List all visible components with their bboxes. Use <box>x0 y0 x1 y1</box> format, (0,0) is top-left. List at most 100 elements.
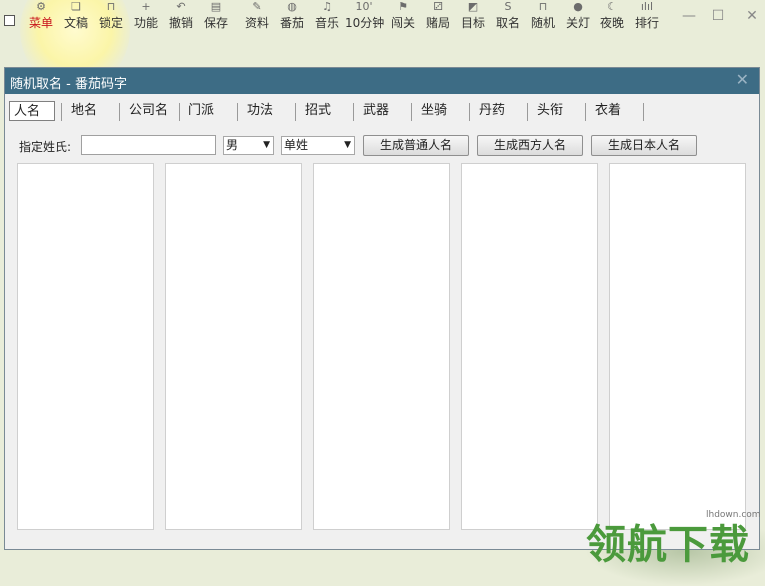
tab-separator <box>353 103 354 121</box>
toolbar-label: 闯关 <box>390 16 415 30</box>
toolbar-label: 功能 <box>133 16 158 30</box>
toolbar-random-button[interactable]: ⊓ 随机 <box>529 0 557 36</box>
tab-move[interactable]: 招式 <box>301 101 349 121</box>
toolbar-bet-button[interactable]: ⚂ 赌局 <box>424 0 452 36</box>
tomato-icon: ◍ <box>287 0 297 13</box>
toolbar-functions-button[interactable]: + 功能 <box>132 0 160 36</box>
tab-separator <box>237 103 238 121</box>
moon-icon: ☾ <box>607 0 617 13</box>
watermark: 领航下载 lhdown.com <box>586 508 765 568</box>
toolbar-drafts-button[interactable]: ❏ 文稿 <box>62 0 90 36</box>
tab-separator <box>119 103 120 121</box>
toolbar-label: 资料 <box>244 16 269 30</box>
toolbar-undo-button[interactable]: ↶ 撤销 <box>167 0 195 36</box>
toolbar-label: 夜晚 <box>599 16 624 30</box>
random-name-dialog: 随机取名 - 番茄码字 ✕ 人名 地名 公司名 门派 功法 招式 武器 坐骑 丹… <box>4 67 760 550</box>
tab-elixir[interactable]: 丹药 <box>475 101 523 121</box>
dialog-title: 随机取名 - 番茄码字 <box>10 77 127 92</box>
maximize-icon[interactable]: ☐ <box>709 8 727 24</box>
tab-person-name[interactable]: 人名 <box>9 101 55 121</box>
pen-icon: ✎ <box>252 0 262 13</box>
tab-separator <box>295 103 296 121</box>
toolbar-label: 随机 <box>530 16 555 30</box>
tab-sect[interactable]: 门派 <box>184 101 232 121</box>
tab-skill[interactable]: 功法 <box>243 101 291 121</box>
dice-icon: ⚂ <box>433 0 443 13</box>
gender-select[interactable]: 男 ▼ <box>223 136 274 155</box>
surname-type-value: 单姓 <box>284 138 309 152</box>
toolbar-ten-minutes-button[interactable]: 10' 10分钟 <box>345 0 385 36</box>
gender-select-value: 男 <box>226 138 239 152</box>
toolbar-ranking-button[interactable]: ılıl 排行 <box>633 0 661 36</box>
target-icon: ◩ <box>467 0 479 13</box>
undo-icon: ↶ <box>176 0 186 13</box>
toolbar-label: 菜单 <box>28 16 53 30</box>
minimize-icon[interactable]: — <box>680 8 698 24</box>
bulb-icon: ● <box>573 0 583 13</box>
toolbar-label: 10分钟 <box>345 16 385 30</box>
tab-clothing[interactable]: 衣着 <box>591 101 639 121</box>
toolbar-challenge-button[interactable]: ⚑ 闯关 <box>389 0 417 36</box>
save-icon: ▤ <box>210 0 222 13</box>
toolbar-night-button[interactable]: ☾ 夜晚 <box>598 0 626 36</box>
toolbar-menu-button[interactable]: ⚙ 菜单 <box>27 0 55 36</box>
result-list-5[interactable] <box>609 163 746 530</box>
toolbar-materials-button[interactable]: ✎ 资料 <box>243 0 271 36</box>
close-icon[interactable]: ✕ <box>736 70 749 89</box>
rank-icon: ılıl <box>640 0 654 13</box>
gear-icon: ⚙ <box>36 0 46 13</box>
tab-company-name[interactable]: 公司名 <box>125 101 177 121</box>
surname-type-select[interactable]: 单姓 ▼ <box>281 136 355 155</box>
toolbar-label: 关灯 <box>565 16 590 30</box>
menu-checkbox[interactable] <box>4 15 15 26</box>
tab-weapon[interactable]: 武器 <box>359 101 407 121</box>
watermark-url: lhdown.com <box>706 510 761 520</box>
surname-label: 指定姓氏: <box>19 140 72 154</box>
book-icon: ❏ <box>71 0 81 13</box>
result-list-3[interactable] <box>313 163 450 530</box>
lock-icon: ⊓ <box>106 0 116 13</box>
result-list-4[interactable] <box>461 163 598 530</box>
toolbar-save-button[interactable]: ▤ 保存 <box>202 0 230 36</box>
surname-input[interactable] <box>81 135 216 155</box>
tab-title[interactable]: 头衔 <box>533 101 581 121</box>
music-icon: ♫ <box>322 0 332 13</box>
toolbar-label: 撤销 <box>168 16 193 30</box>
result-list-1[interactable] <box>17 163 154 530</box>
watermark-text: 领航下载 <box>586 522 750 568</box>
toolbar-label: 取名 <box>495 16 520 30</box>
top-toolbar: ⚙ 菜单 ❏ 文稿 ⊓ 锁定 + 功能 ↶ 撤销 ▤ 保存 ✎ 资料 ◍ 番茄 … <box>0 0 765 36</box>
close-icon[interactable]: ✕ <box>743 8 761 24</box>
toolbar-target-button[interactable]: ◩ 目标 <box>459 0 487 36</box>
name-icon: ꓢ <box>504 0 512 13</box>
toolbar-label: 目标 <box>460 16 485 30</box>
toolbar-label: 番茄 <box>279 16 304 30</box>
toolbar-label: 锁定 <box>98 16 123 30</box>
tab-mount[interactable]: 坐骑 <box>417 101 465 121</box>
plus-icon: + <box>141 0 151 13</box>
tab-separator <box>469 103 470 121</box>
ten-minutes-icon: 10' <box>355 0 373 13</box>
tab-separator <box>643 103 644 121</box>
generate-western-name-button[interactable]: 生成西方人名 <box>477 135 583 156</box>
flag-icon: ⚑ <box>398 0 408 13</box>
toolbar-label: 排行 <box>634 16 659 30</box>
tab-separator <box>179 103 180 121</box>
random-icon: ⊓ <box>538 0 548 13</box>
generate-japanese-name-button[interactable]: 生成日本人名 <box>591 135 697 156</box>
tab-separator <box>61 103 62 121</box>
toolbar-label: 赌局 <box>425 16 450 30</box>
toolbar-label: 文稿 <box>63 16 88 30</box>
toolbar-label: 音乐 <box>314 16 339 30</box>
toolbar-lights-off-button[interactable]: ● 关灯 <box>564 0 592 36</box>
toolbar-tomato-button[interactable]: ◍ 番茄 <box>278 0 306 36</box>
toolbar-naming-button[interactable]: ꓢ 取名 <box>494 0 522 36</box>
tab-place-name[interactable]: 地名 <box>67 101 115 121</box>
dropdown-arrow-icon: ▼ <box>344 140 351 150</box>
toolbar-music-button[interactable]: ♫ 音乐 <box>313 0 341 36</box>
result-list-2[interactable] <box>165 163 302 530</box>
tab-separator <box>585 103 586 121</box>
toolbar-lock-button[interactable]: ⊓ 锁定 <box>97 0 125 36</box>
generate-common-name-button[interactable]: 生成普通人名 <box>363 135 469 156</box>
tab-separator <box>411 103 412 121</box>
